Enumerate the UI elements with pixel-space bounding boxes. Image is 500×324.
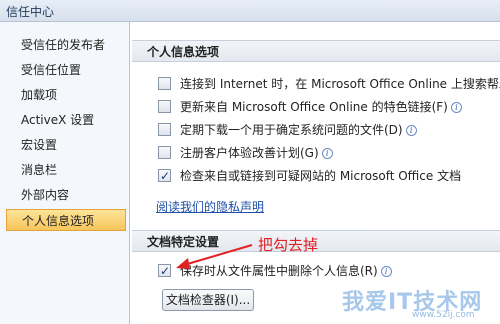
- annotation-arrow-icon: [176, 244, 253, 269]
- annotation-text: 把勾去掉: [258, 236, 319, 254]
- document-inspector-button[interactable]: 文档检查器(I)...: [162, 289, 254, 311]
